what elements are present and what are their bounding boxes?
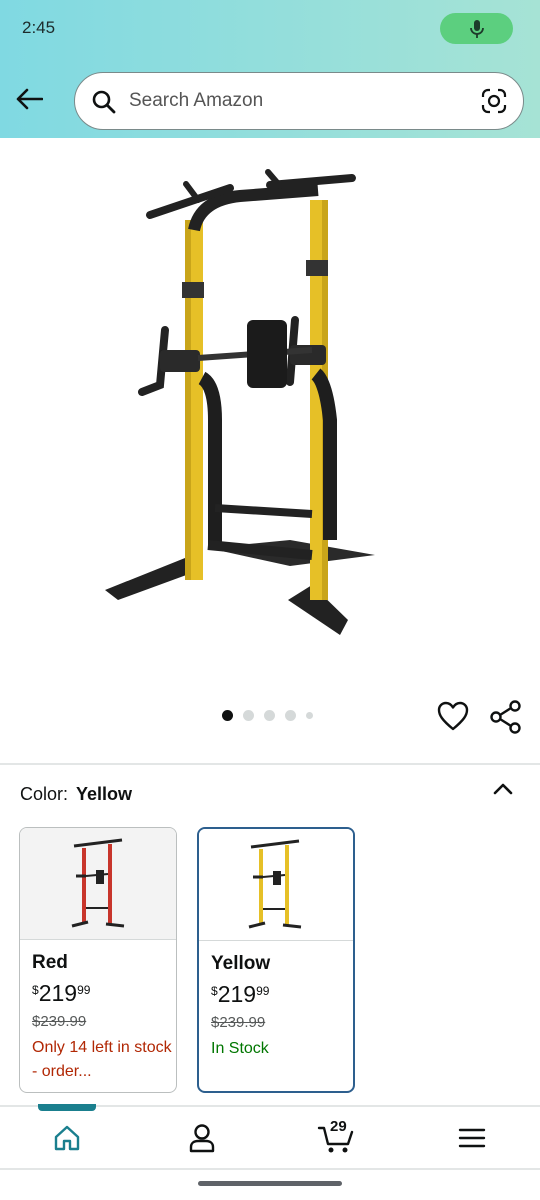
option-stock-status: In Stock	[211, 1040, 269, 1057]
nav-bottom-divider	[0, 1168, 540, 1170]
microphone-icon	[469, 19, 484, 38]
color-option-red[interactable]: Red $21999 $239.99 Only 14 left in stock…	[19, 827, 177, 1093]
active-tab-indicator	[38, 1104, 96, 1111]
gesture-home-bar[interactable]	[198, 1181, 342, 1186]
search-bar[interactable]	[74, 72, 524, 130]
account-icon	[189, 1124, 215, 1153]
nav-menu[interactable]	[452, 1120, 492, 1156]
carousel-dot[interactable]	[306, 712, 313, 719]
color-selector-heading: Color: Yellow	[20, 784, 132, 805]
section-divider	[0, 763, 540, 765]
selected-color: Yellow	[76, 784, 133, 804]
heart-icon[interactable]	[436, 700, 470, 734]
carousel-dot[interactable]	[222, 710, 233, 721]
option-name: Yellow	[211, 953, 271, 974]
option-name: Red	[32, 952, 68, 973]
option-price: $21999	[211, 981, 270, 1007]
search-input[interactable]	[129, 85, 469, 117]
product-image[interactable]	[90, 160, 390, 650]
product-thumbnail-red	[71, 838, 125, 928]
option-list-price: $239.99	[211, 1014, 266, 1031]
option-price: $21999	[32, 980, 91, 1006]
share-icon[interactable]	[490, 700, 522, 734]
back-button[interactable]	[12, 82, 46, 116]
product-thumbnail-yellow	[248, 839, 302, 929]
carousel-dot[interactable]	[243, 710, 254, 721]
search-icon	[92, 90, 116, 114]
home-icon	[54, 1125, 80, 1151]
camera-search-icon[interactable]	[481, 88, 507, 114]
color-thumbnail	[199, 829, 353, 941]
microphone-indicator[interactable]	[440, 13, 513, 44]
color-label: Color:	[20, 784, 69, 804]
menu-icon	[458, 1128, 486, 1148]
option-stock-status: Only 14 left in stock - order...	[32, 1039, 172, 1080]
arrow-left-icon	[16, 88, 43, 110]
chevron-up-icon[interactable]	[490, 776, 516, 802]
color-thumbnail	[20, 828, 176, 940]
carousel-dot[interactable]	[285, 710, 296, 721]
status-time: 2:45	[22, 18, 56, 37]
option-list-price: $239.99	[32, 1013, 87, 1030]
header: 2:45	[0, 0, 540, 138]
color-option-yellow[interactable]: Yellow $21999 $239.99 In Stock	[197, 827, 355, 1093]
nav-home[interactable]	[47, 1120, 87, 1156]
cart-count-badge: 29	[330, 1118, 347, 1135]
carousel-dot[interactable]	[264, 710, 275, 721]
image-carousel-dots[interactable]	[222, 710, 313, 721]
nav-account[interactable]	[182, 1120, 222, 1156]
